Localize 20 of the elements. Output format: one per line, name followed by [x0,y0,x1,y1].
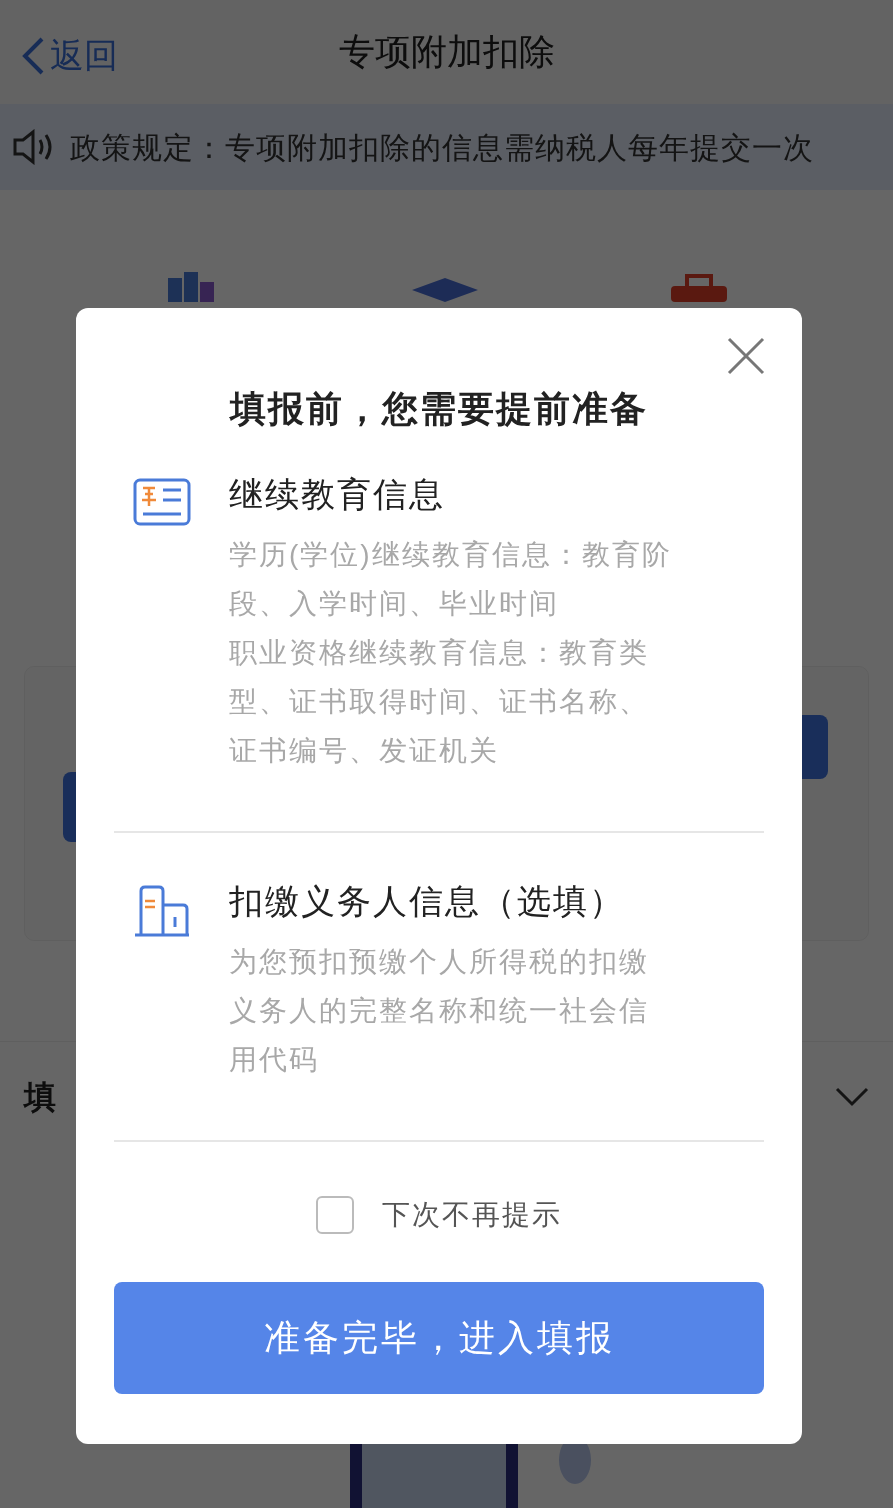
building-icon [133,885,191,937]
policy-notice: 政策规定：专项附加扣除的信息需纳税人每年提交一次 [70,129,814,166]
section-description: 职业资格继续教育信息：教育类型、证书取得时间、证书名称、证书编号、发证机关 [229,636,650,768]
confirm-button[interactable]: 准备完毕，进入填报 [114,1282,764,1394]
section-description: 为您预扣预缴个人所得税的扣缴义务人的完整名称和统一社会信用代码 [229,945,650,1077]
checkbox[interactable] [316,1196,354,1234]
medical-kit-icon [670,274,727,302]
section-title: 扣缴义务人信息（选填） [229,881,626,922]
checkbox-label: 下次不再提示 [382,1198,562,1232]
row-label: 填 [24,1077,56,1117]
back-link[interactable]: 返回 [20,30,118,81]
dialog-title: 填报前，您需要提前准备 [228,387,649,431]
page-title: 专项附加扣除 [338,30,555,74]
chevron-left-icon [20,35,46,76]
chevron-down-icon [835,1086,869,1107]
id-card-icon [133,478,191,528]
close-icon [726,336,766,376]
section-title: 继续教育信息 [229,474,446,515]
close-button[interactable] [726,336,766,376]
section-description: 学历(学位)继续教育信息：教育阶段、入学时间、毕业时间 [229,538,673,621]
